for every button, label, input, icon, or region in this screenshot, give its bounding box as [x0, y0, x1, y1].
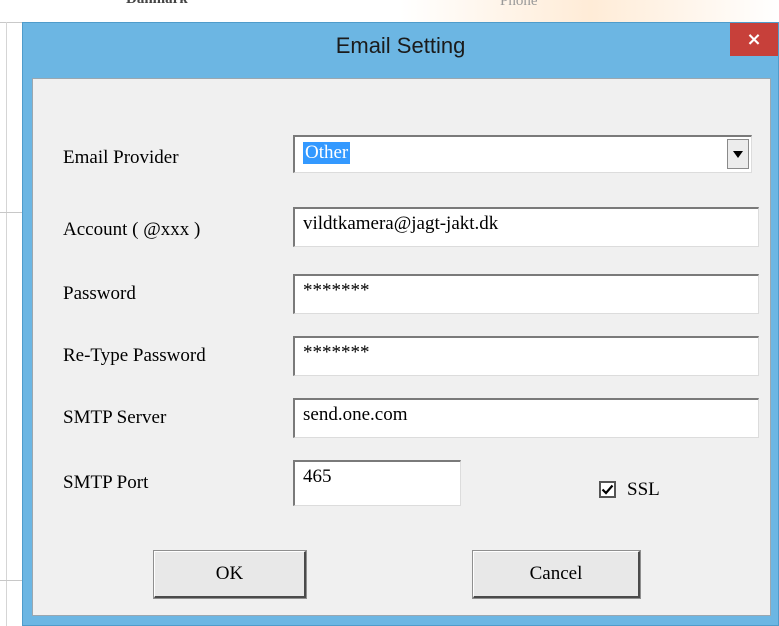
smtp-port-label: SMTP Port: [63, 472, 149, 493]
close-button[interactable]: ×: [730, 23, 778, 56]
background-left-border: [6, 22, 7, 626]
dialog-body: Email Provider Other Account ( @xxx ) vi…: [32, 78, 771, 616]
retype-password-input[interactable]: *******: [293, 336, 759, 376]
smtp-server-label: SMTP Server: [63, 407, 167, 428]
ssl-label: SSL: [627, 479, 660, 500]
close-icon: ×: [746, 29, 762, 50]
chevron-down-icon: [733, 150, 743, 158]
dialog-titlebar[interactable]: Email Setting ×: [23, 23, 778, 77]
email-provider-value: Other: [303, 142, 351, 164]
background-country-text: Danmark: [126, 0, 188, 8]
background-phone-text: Phone: [500, 0, 538, 9]
email-setting-dialog: Email Setting × Email Provider Other Acc…: [22, 22, 779, 626]
password-label: Password: [63, 283, 136, 304]
smtp-server-input[interactable]: send.one.com: [293, 398, 759, 438]
ssl-checkbox[interactable]: [599, 481, 616, 498]
email-provider-label: Email Provider: [63, 147, 179, 168]
background-divider: [0, 212, 22, 213]
retype-password-label: Re-Type Password: [63, 345, 206, 366]
dialog-title: Email Setting: [335, 33, 466, 58]
checkmark-icon: [601, 484, 614, 495]
account-label: Account ( @xxx ): [63, 219, 201, 240]
account-input[interactable]: vildtkamera@jagt-jakt.dk: [293, 207, 759, 247]
dropdown-arrow-button[interactable]: [727, 139, 749, 169]
password-input[interactable]: *******: [293, 274, 759, 314]
background-divider: [0, 580, 22, 581]
smtp-port-input[interactable]: 465: [293, 460, 461, 506]
background-header-row: [0, 0, 779, 23]
email-provider-select[interactable]: Other: [293, 135, 752, 173]
ok-button[interactable]: OK: [153, 550, 307, 599]
cancel-button[interactable]: Cancel: [472, 550, 641, 599]
